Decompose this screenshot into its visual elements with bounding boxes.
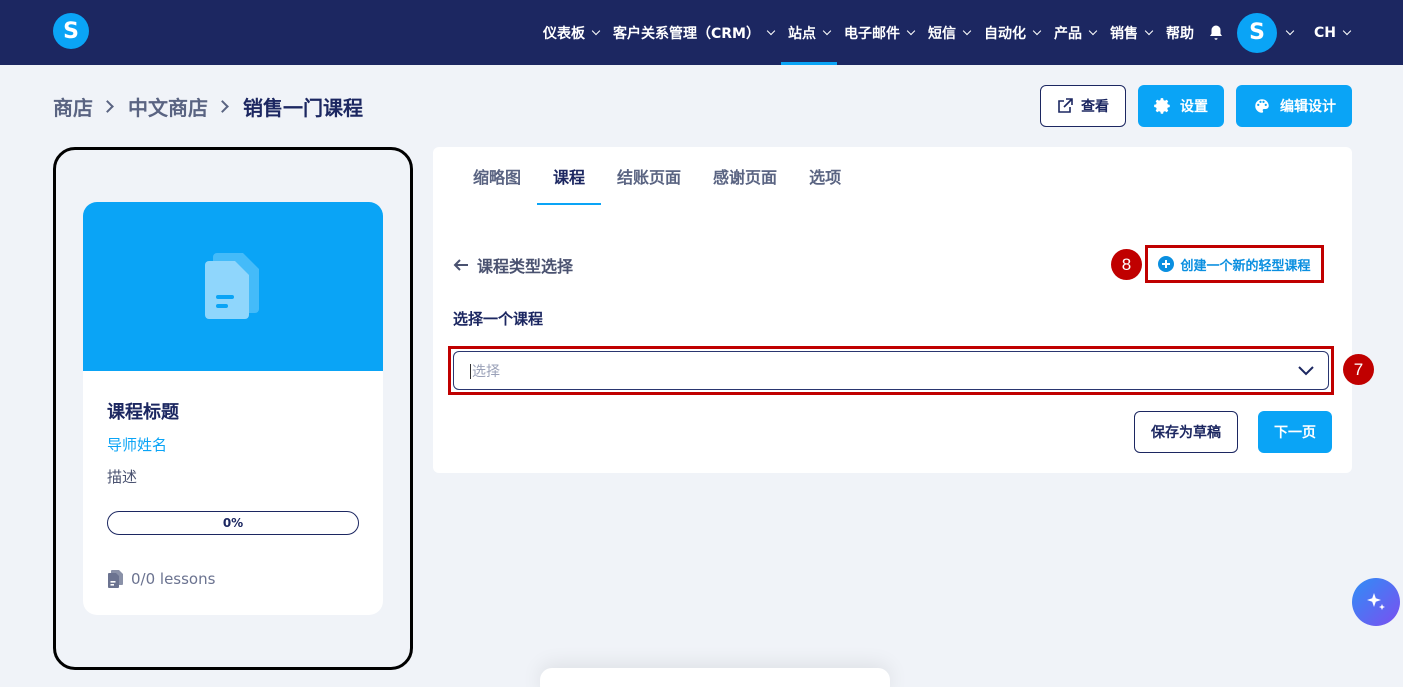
- nav-item-label: 帮助: [1166, 25, 1194, 42]
- chevron-down-icon: [1088, 26, 1098, 35]
- create-light-course-label: 创建一个新的轻型课程: [1180, 258, 1311, 274]
- course-instructor: 导师姓名: [107, 436, 168, 454]
- chevron-right-icon: [216, 100, 229, 113]
- language-label: CH: [1314, 24, 1336, 41]
- tab-options[interactable]: 选项: [793, 147, 857, 205]
- chevron-right-icon: [101, 100, 114, 113]
- lessons-icon: [108, 570, 123, 588]
- course-select[interactable]: 选择: [453, 351, 1329, 390]
- arrow-left-icon: [453, 259, 468, 271]
- settings-button[interactable]: 设置: [1138, 85, 1224, 127]
- palette-icon: [1255, 99, 1269, 113]
- external-link-icon: [1058, 98, 1073, 113]
- chevron-down-icon: [1032, 26, 1042, 35]
- next-page-button[interactable]: 下一页: [1258, 411, 1332, 453]
- back-to-course-type[interactable]: 课程类型选择: [453, 253, 573, 277]
- nav-item-label: 仪表板: [543, 25, 585, 42]
- annotation-badge-8: 8: [1111, 249, 1142, 280]
- create-light-course-button[interactable]: 创建一个新的轻型课程: [1145, 245, 1324, 283]
- chevron-down-icon: [1298, 365, 1314, 375]
- chevron-down-icon: [766, 26, 776, 35]
- tab-course[interactable]: 课程: [537, 147, 602, 205]
- nav-item-label: 站点: [788, 25, 816, 42]
- sparkle-icon: [1367, 593, 1385, 610]
- nav-menu: 仪表板 客户关系管理（CRM） 站点 电子邮件 短信 自动化 产品 销售 帮助 …: [536, 0, 1357, 65]
- course-select-placeholder: 选择: [472, 363, 500, 380]
- nav-item-crm[interactable]: 客户关系管理（CRM）: [606, 0, 781, 65]
- top-nav: S 仪表板 客户关系管理（CRM） 站点 电子邮件 短信 自动化 产品 销售 帮…: [0, 0, 1403, 65]
- language-switcher[interactable]: CH: [1307, 0, 1357, 65]
- document-icon: [205, 252, 259, 319]
- course-title: 课程标题: [107, 402, 179, 423]
- nav-item-label: 电子邮件: [844, 25, 900, 42]
- tab-checkout[interactable]: 结账页面: [601, 147, 697, 205]
- breadcrumb-chinese-store[interactable]: 中文商店: [128, 92, 208, 121]
- breadcrumb-store[interactable]: 商店: [53, 92, 93, 121]
- course-progress-bar: 0%: [107, 511, 359, 535]
- nav-item-label: 短信: [928, 25, 956, 42]
- nav-item-sms[interactable]: 短信: [921, 0, 977, 65]
- edit-design-button-label: 编辑设计: [1280, 99, 1336, 115]
- nav-item-label: 销售: [1110, 25, 1138, 42]
- app-logo[interactable]: S: [53, 13, 89, 49]
- chevron-down-icon: [1342, 26, 1352, 35]
- plus-circle-icon: [1158, 256, 1175, 272]
- course-select-highlight: 选择: [448, 346, 1334, 395]
- course-progress-text: 0%: [222, 516, 244, 530]
- course-preview-card: 课程标题 导师姓名 描述 0% 0/0 lessons: [83, 202, 383, 615]
- nav-item-products[interactable]: 产品: [1047, 0, 1103, 65]
- page-title: 销售一门课程: [243, 96, 363, 120]
- lesson-count: 0/0 lessons: [107, 570, 215, 588]
- select-course-label: 选择一个课程: [453, 310, 544, 328]
- nav-item-email[interactable]: 电子邮件: [837, 0, 921, 65]
- nav-item-label: 自动化: [984, 25, 1026, 42]
- course-thumbnail: [83, 202, 383, 371]
- chevron-down-icon: [962, 26, 972, 35]
- edit-design-button[interactable]: 编辑设计: [1236, 85, 1352, 127]
- tab-thank-you[interactable]: 感谢页面: [697, 147, 793, 205]
- chevron-down-icon: [822, 26, 832, 35]
- view-button-label: 查看: [1081, 99, 1109, 115]
- nav-item-dashboard[interactable]: 仪表板: [536, 0, 606, 65]
- nav-item-automation[interactable]: 自动化: [977, 0, 1047, 65]
- panel-tabs: 缩略图 课程 结账页面 感谢页面 选项: [457, 147, 857, 205]
- nav-item-label: 客户关系管理（CRM）: [613, 25, 760, 42]
- chevron-down-icon: [1144, 26, 1154, 35]
- back-link-label: 课程类型选择: [477, 257, 574, 276]
- breadcrumb: 商店 中文商店 销售一门课程: [53, 92, 363, 121]
- chevron-down-icon[interactable]: [1285, 26, 1295, 35]
- bell-icon[interactable]: [1207, 24, 1225, 42]
- settings-button-label: 设置: [1180, 99, 1208, 115]
- bottom-popover-edge: [540, 668, 890, 687]
- course-select-value: 选择: [470, 361, 500, 381]
- lesson-count-label: 0/0 lessons: [131, 570, 216, 588]
- gear-icon: [1154, 98, 1170, 114]
- tab-thumbnail[interactable]: 缩略图: [457, 147, 537, 205]
- page-actions: 查看 设置 编辑设计: [1040, 85, 1352, 127]
- nav-item-label: 产品: [1054, 25, 1082, 42]
- course-config-panel: 缩略图 课程 结账页面 感谢页面 选项 课程类型选择 8 创建一个新的轻型课程 …: [433, 147, 1374, 473]
- annotation-badge-7: 7: [1343, 354, 1374, 385]
- save-draft-button[interactable]: 保存为草稿: [1134, 411, 1238, 453]
- ai-assistant-button[interactable]: [1352, 578, 1400, 626]
- chevron-down-icon: [591, 26, 601, 35]
- course-description: 描述: [107, 468, 138, 486]
- nav-item-sales[interactable]: 销售: [1103, 0, 1159, 65]
- nav-item-help[interactable]: 帮助: [1159, 0, 1201, 65]
- nav-item-sites[interactable]: 站点: [781, 0, 837, 65]
- chevron-down-icon: [906, 26, 916, 35]
- text-cursor: [470, 364, 471, 379]
- user-avatar[interactable]: S: [1237, 12, 1277, 53]
- view-button[interactable]: 查看: [1040, 85, 1126, 127]
